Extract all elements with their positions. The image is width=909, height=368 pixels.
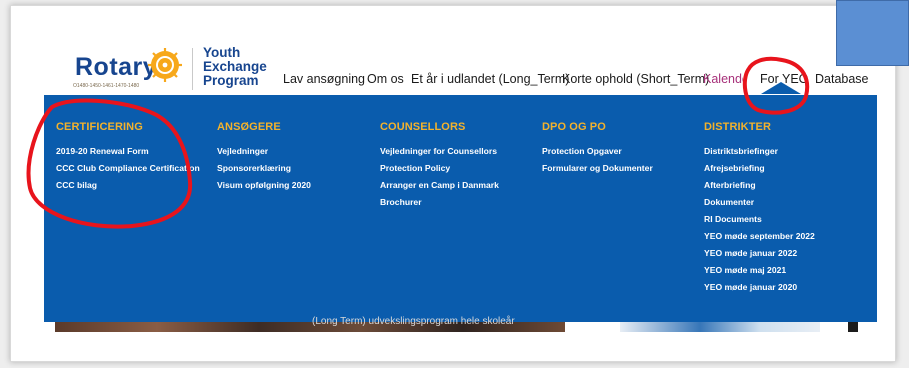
menu-column-distrikter: DISTRIKTER Distriktsbriefinger Afrejsebr… — [704, 121, 815, 296]
menu-link[interactable]: RI Documents — [704, 211, 815, 228]
nav-om-os[interactable]: Om os — [367, 72, 404, 86]
menu-link[interactable]: Protection Opgaver — [542, 143, 653, 160]
menu-link[interactable]: CCC Club Compliance Certification — [56, 160, 200, 177]
mega-menu-panel: CERTIFICERING 2019-20 Renewal Form CCC C… — [44, 95, 877, 322]
menu-link[interactable]: Vejledninger — [217, 143, 311, 160]
menu-link[interactable]: Arranger en Camp i Danmark — [380, 177, 499, 194]
menu-link[interactable]: Afrejsebriefing — [704, 160, 815, 177]
menu-link[interactable]: Afterbriefing — [704, 177, 815, 194]
nav-kalender[interactable]: Kalender — [703, 72, 743, 86]
menu-column-counsellors: COUNSELLORS Vejledninger for Counsellors… — [380, 121, 499, 211]
active-menu-caret — [761, 82, 801, 94]
nav-lav-ansogning[interactable]: Lav ansøgning — [283, 72, 365, 86]
hero-caption: (Long Term) udvekslingsprogram hele skol… — [312, 316, 515, 327]
menu-link[interactable]: Sponsorerklæring — [217, 160, 311, 177]
rotary-wheel-icon — [148, 48, 182, 82]
menu-link[interactable]: Brochurer — [380, 194, 499, 211]
logo-years: O1480-1450-1461-1470-1480 — [73, 83, 140, 89]
menu-link[interactable]: Formularer og Dokumenter — [542, 160, 653, 177]
menu-column-dpo-og-po: DPO OG PO Protection Opgaver Formularer … — [542, 121, 653, 177]
nav-et-aar-i-udlandet[interactable]: Et år i udlandet (Long_Term) — [411, 72, 569, 86]
menu-column-certificering: CERTIFICERING 2019-20 Renewal Form CCC C… — [56, 121, 200, 194]
menu-link[interactable]: Visum opfølgning 2020 — [217, 177, 311, 194]
menu-link[interactable]: YEO møde januar 2020 — [704, 279, 815, 296]
map-image — [620, 322, 820, 332]
dark-image-fragment — [848, 322, 858, 332]
menu-link[interactable]: Dokumenter — [704, 194, 815, 211]
column-heading: ANSØGERE — [217, 121, 281, 133]
column-heading: DISTRIKTER — [704, 121, 771, 133]
youth-exchange-program-label: Youth Exchange Program — [203, 46, 267, 88]
column-heading: DPO OG PO — [542, 121, 606, 133]
yep-line-2: Exchange — [203, 59, 267, 74]
logo-divider — [192, 48, 193, 90]
column-heading: COUNSELLORS — [380, 121, 466, 133]
menu-link[interactable]: YEO møde januar 2022 — [704, 245, 815, 262]
menu-link[interactable]: Vejledninger for Counsellors — [380, 143, 499, 160]
yep-line-1: Youth — [203, 45, 241, 60]
nav-database[interactable]: Database — [815, 72, 869, 86]
menu-link[interactable]: YEO møde september 2022 — [704, 228, 815, 245]
menu-link[interactable]: CCC bilag — [56, 177, 200, 194]
yep-line-3: Program — [203, 73, 259, 88]
menu-link[interactable]: Protection Policy — [380, 160, 499, 177]
menu-link[interactable]: YEO møde maj 2021 — [704, 262, 815, 279]
menu-link[interactable]: 2019-20 Renewal Form — [56, 143, 200, 160]
rotary-wordmark: Rotary — [75, 53, 158, 81]
menu-column-ansogere: ANSØGERE Vejledninger Sponsorerklæring V… — [217, 121, 311, 194]
blue-overlay-rectangle — [836, 0, 909, 66]
column-heading: CERTIFICERING — [56, 121, 143, 133]
nav-korte-ophold[interactable]: Korte ophold (Short_Term) — [562, 72, 709, 86]
menu-link[interactable]: Distriktsbriefinger — [704, 143, 815, 160]
